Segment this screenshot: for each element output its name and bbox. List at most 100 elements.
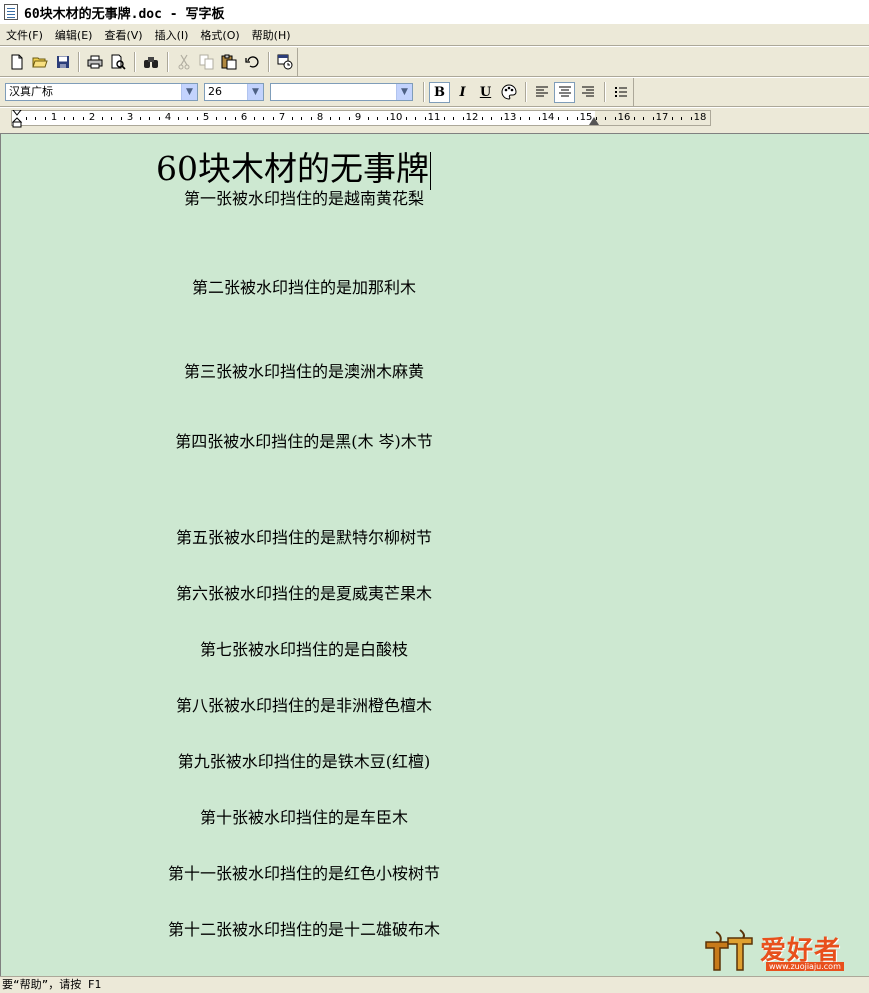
cut-icon[interactable]: [173, 51, 195, 73]
ruler-tick: [519, 117, 521, 120]
ruler-tick: [424, 117, 426, 120]
document-line[interactable]: 第十张被水印挡住的是车臣木: [1, 804, 607, 828]
print-icon[interactable]: [84, 51, 106, 73]
ruler-tick: [595, 117, 597, 120]
ruler-tick: [149, 117, 150, 120]
title-bar[interactable]: 60块木材的无事牌.doc - 写字板: [0, 0, 869, 24]
toolbar-separator: [166, 52, 169, 72]
font-size-combo[interactable]: 26 ▼: [204, 83, 264, 101]
undo-icon[interactable]: [241, 51, 263, 73]
document-heading[interactable]: 60块木材的无事牌: [156, 142, 431, 190]
ruler-number: 8: [316, 112, 324, 123]
font-name-value: 汉真广标: [9, 85, 53, 98]
menu-file[interactable]: 文件(F): [0, 27, 49, 43]
toolbar-separator: [604, 82, 606, 102]
ruler-tick: [177, 117, 179, 120]
toolbar-separator: [423, 82, 425, 102]
ruler-tick: [158, 117, 160, 120]
document-line[interactable]: 第四张被水印挡住的是黑(木 岑)木节: [1, 428, 607, 452]
save-icon[interactable]: [52, 51, 74, 73]
find-icon[interactable]: [140, 51, 162, 73]
ruler-tick: [481, 117, 483, 120]
heading-text: 60块木材的无事牌: [156, 149, 429, 188]
site-watermark: 爱好者 www.zuojiaju.com: [702, 928, 862, 976]
new-icon[interactable]: [6, 51, 28, 73]
menu-bar: 文件(F) 编辑(E) 查看(V) 插入(I) 格式(O) 帮助(H): [0, 25, 869, 45]
document-line[interactable]: 第五张被水印挡住的是默特尔柳树节: [1, 524, 607, 548]
align-center-icon[interactable]: [554, 81, 575, 103]
ruler-tick: [576, 117, 578, 120]
ruler-number: 9: [354, 112, 362, 123]
font-name-combo[interactable]: 汉真广标 ▼: [5, 83, 198, 101]
script-combo[interactable]: ▼: [270, 83, 413, 101]
menu-format[interactable]: 格式(O): [194, 27, 245, 43]
paste-icon[interactable]: [219, 51, 241, 73]
document-line[interactable]: 第八张被水印挡住的是非洲橙色檀木: [1, 692, 607, 716]
document-area[interactable]: 60块木材的无事牌 第一张被水印挡住的是越南黄花梨 第二张被水印挡住的是加那利木…: [0, 133, 869, 976]
ruler-tick: [491, 117, 492, 120]
standard-toolbar: [0, 48, 298, 76]
ruler-tick: [652, 117, 654, 120]
ruler-tick: [538, 117, 540, 120]
status-bar: 要“帮助”，请按 F1: [0, 976, 869, 993]
ruler-tick: [443, 117, 445, 120]
ruler-number: 17: [655, 112, 669, 123]
underline-button[interactable]: U: [475, 82, 496, 103]
ruler-number: 4: [164, 112, 172, 123]
menu-help[interactable]: 帮助(H): [246, 27, 297, 43]
document-line[interactable]: 第二张被水印挡住的是加那利木: [1, 274, 607, 298]
ruler-tick: [681, 117, 682, 120]
ruler-tick: [690, 117, 692, 120]
document-line[interactable]: 第十二张被水印挡住的是十二雄破布木: [1, 916, 607, 940]
print-preview-icon[interactable]: [107, 51, 129, 73]
left-indent-marker[interactable]: [12, 110, 22, 128]
ruler-tick: [44, 117, 46, 120]
ruler-number: 16: [617, 112, 631, 123]
bold-button[interactable]: B: [429, 81, 450, 103]
document-line[interactable]: 第七张被水印挡住的是白酸枝: [1, 636, 607, 660]
ruler-tick: [215, 117, 217, 120]
wordpad-app-icon[interactable]: [4, 4, 18, 20]
bullets-icon[interactable]: [610, 82, 631, 103]
document-line[interactable]: 第十一张被水印挡住的是红色小桉树节: [1, 860, 607, 884]
menu-edit[interactable]: 编辑(E): [49, 27, 99, 43]
ruler-tick: [263, 117, 264, 120]
ruler-tick: [367, 117, 369, 120]
ruler-tick: [462, 117, 464, 120]
menu-divider: [0, 45, 869, 47]
ruler-number: 14: [541, 112, 555, 123]
ruler-tick: [196, 117, 198, 120]
menu-view[interactable]: 查看(V): [98, 27, 148, 43]
ruler-number: 6: [240, 112, 248, 123]
align-right-icon[interactable]: [577, 82, 598, 103]
toolbar-separator: [78, 52, 81, 72]
toolbar-separator: [525, 82, 527, 102]
date-time-icon[interactable]: [274, 51, 296, 73]
wordpad-window: 60块木材的无事牌.doc - 写字板 文件(F) 编辑(E) 查看(V) 插入…: [0, 0, 869, 993]
chevron-down-icon[interactable]: ▼: [181, 84, 197, 100]
italic-button[interactable]: I: [452, 82, 473, 103]
document-line[interactable]: 第六张被水印挡住的是夏威夷芒果木: [1, 580, 607, 604]
toolbar-separator: [268, 52, 271, 72]
copy-icon[interactable]: [196, 51, 218, 73]
ruler-number: 2: [88, 112, 96, 123]
document-line[interactable]: 第九张被水印挡住的是铁木豆(红檀): [1, 748, 607, 772]
align-left-icon[interactable]: [531, 82, 552, 103]
ruler-number: 13: [503, 112, 517, 123]
ruler-number: 10: [389, 112, 403, 123]
document-line[interactable]: 第三张被水印挡住的是澳洲木麻黄: [1, 358, 607, 382]
document-line[interactable]: 第一张被水印挡住的是越南黄花梨: [1, 185, 607, 209]
ruler-tick: [633, 117, 635, 120]
ruler-number: 3: [126, 112, 134, 123]
color-palette-icon[interactable]: [498, 82, 519, 103]
ruler-number: 15: [579, 112, 593, 123]
formatbar-divider: [0, 106, 869, 108]
ruler-tick: [614, 117, 616, 120]
menu-insert[interactable]: 插入(I): [149, 27, 195, 43]
chevron-down-icon[interactable]: ▼: [247, 84, 263, 100]
ruler[interactable]: 1 2 3 4 5 6 7 8 9 10 11 12 13 14 15 16 17 18: [11, 110, 711, 128]
ruler-tick: [187, 117, 188, 120]
open-icon[interactable]: [29, 51, 51, 73]
chevron-down-icon[interactable]: ▼: [396, 84, 412, 100]
ruler-number: 5: [202, 112, 210, 123]
